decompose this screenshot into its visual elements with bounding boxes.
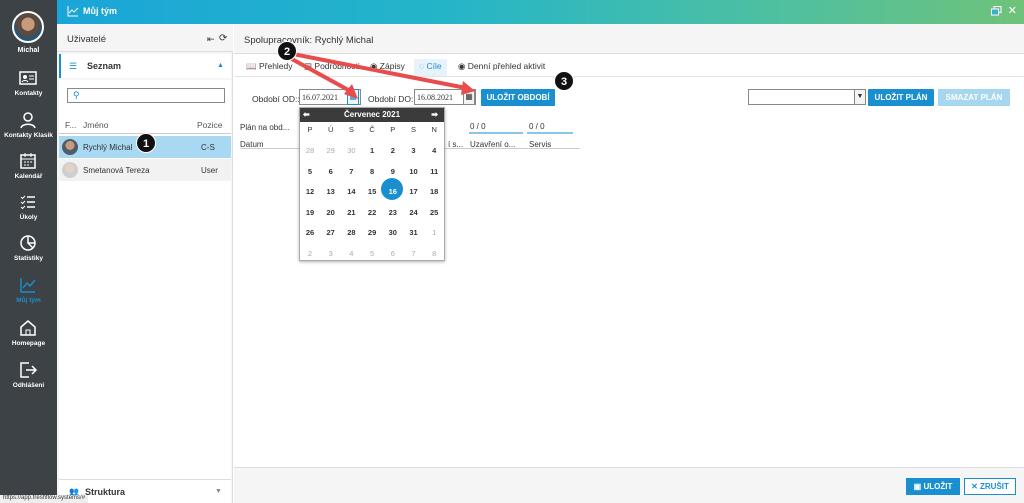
arrow-head	[344, 84, 358, 99]
annotation-badge-3: 3	[554, 71, 574, 91]
annotation-badge-2: 2	[277, 41, 297, 61]
arrow-head	[461, 81, 475, 95]
status-url: https://app.freshflow.systems/#	[0, 495, 89, 503]
annotation-arrows	[289, 52, 475, 99]
annotation-badge-1: 1	[136, 133, 156, 153]
annotation-arrow	[292, 52, 467, 90]
